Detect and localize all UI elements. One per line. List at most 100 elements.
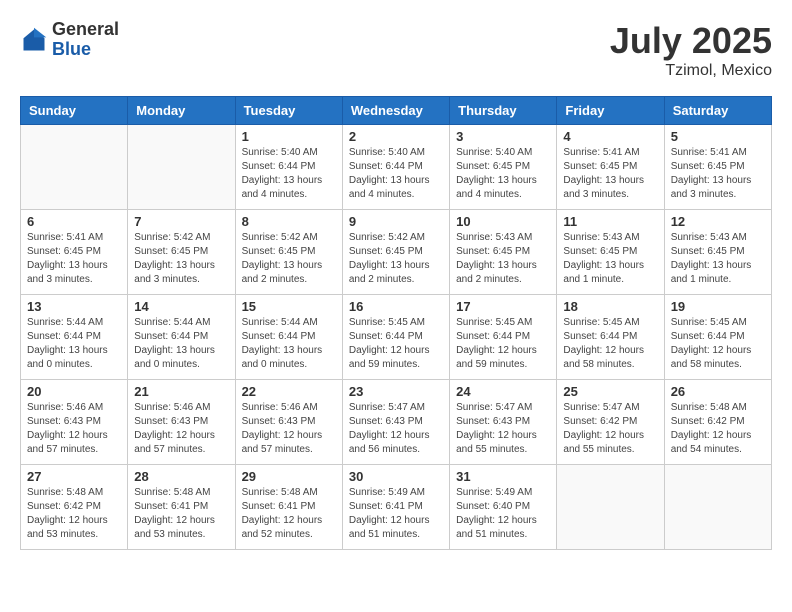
table-row: 13 Sunrise: 5:44 AM Sunset: 6:44 PM Dayli… xyxy=(21,295,128,380)
day-info: Sunrise: 5:42 AM Sunset: 6:45 PM Dayligh… xyxy=(349,231,443,287)
day-number: 21 xyxy=(134,384,228,399)
table-row: 6 Sunrise: 5:41 AM Sunset: 6:45 PM Daylig… xyxy=(21,210,128,295)
day-number: 15 xyxy=(242,299,336,314)
table-row: 18 Sunrise: 5:45 AM Sunset: 6:44 PM Dayli… xyxy=(557,295,664,380)
title-location: Tzimol, Mexico xyxy=(610,62,772,80)
table-row: 19Sunrise: 5:45 AM Sunset: 6:44 PM Dayli… xyxy=(664,295,771,380)
table-row: 28 Sunrise: 5:48 AM Sunset: 6:41 PM Dayli… xyxy=(128,465,235,550)
table-row: 1Sunrise: 5:40 AM Sunset: 6:44 PM Daylig… xyxy=(235,125,342,210)
logo-general: General xyxy=(52,20,119,40)
table-row xyxy=(21,125,128,210)
day-number: 20 xyxy=(27,384,121,399)
day-info: Sunrise: 5:43 AM Sunset: 6:45 PM Dayligh… xyxy=(671,231,765,287)
day-number: 7 xyxy=(134,214,228,229)
day-number: 8 xyxy=(242,214,336,229)
day-info: Sunrise: 5:45 AM Sunset: 6:44 PM Dayligh… xyxy=(349,316,443,372)
table-row: 29 Sunrise: 5:48 AM Sunset: 6:41 PM Dayli… xyxy=(235,465,342,550)
table-row: 10 Sunrise: 5:43 AM Sunset: 6:45 PM Dayli… xyxy=(450,210,557,295)
title-block: July 2025 Tzimol, Mexico xyxy=(610,20,772,80)
header-thursday: Thursday xyxy=(450,97,557,125)
day-info: Sunrise: 5:45 AM Sunset: 6:44 PM Dayligh… xyxy=(563,316,657,372)
day-number: 28 xyxy=(134,469,228,484)
table-row: 25Sunrise: 5:47 AM Sunset: 6:42 PM Dayli… xyxy=(557,380,664,465)
day-number: 23 xyxy=(349,384,443,399)
table-row: 23 Sunrise: 5:47 AM Sunset: 6:43 PM Dayli… xyxy=(342,380,449,465)
logo-text: General Blue xyxy=(52,20,119,60)
table-row: 21 Sunrise: 5:46 AM Sunset: 6:43 PM Dayli… xyxy=(128,380,235,465)
table-row: 7 Sunrise: 5:42 AM Sunset: 6:45 PM Daylig… xyxy=(128,210,235,295)
day-number: 10 xyxy=(456,214,550,229)
table-row: 11 Sunrise: 5:43 AM Sunset: 6:45 PM Dayli… xyxy=(557,210,664,295)
header-sunday: Sunday xyxy=(21,97,128,125)
table-row: 2Sunrise: 5:40 AM Sunset: 6:44 PM Daylig… xyxy=(342,125,449,210)
day-info: Sunrise: 5:47 AM Sunset: 6:43 PM Dayligh… xyxy=(349,401,443,457)
table-row: 30Sunrise: 5:49 AM Sunset: 6:41 PM Dayli… xyxy=(342,465,449,550)
day-info: Sunrise: 5:49 AM Sunset: 6:41 PM Dayligh… xyxy=(349,486,443,542)
day-info: Sunrise: 5:45 AM Sunset: 6:44 PM Dayligh… xyxy=(671,316,765,372)
table-row xyxy=(557,465,664,550)
day-number: 22 xyxy=(242,384,336,399)
day-number: 13 xyxy=(27,299,121,314)
week-row-4: 20 Sunrise: 5:46 AM Sunset: 6:43 PM Dayli… xyxy=(21,380,772,465)
table-row: 24Sunrise: 5:47 AM Sunset: 6:43 PM Dayli… xyxy=(450,380,557,465)
table-row: 14Sunrise: 5:44 AM Sunset: 6:44 PM Dayli… xyxy=(128,295,235,380)
table-row: 16Sunrise: 5:45 AM Sunset: 6:44 PM Dayli… xyxy=(342,295,449,380)
day-number: 11 xyxy=(563,214,657,229)
day-info: Sunrise: 5:48 AM Sunset: 6:42 PM Dayligh… xyxy=(671,401,765,457)
table-row: 8 Sunrise: 5:42 AM Sunset: 6:45 PM Daylig… xyxy=(235,210,342,295)
table-row xyxy=(128,125,235,210)
day-info: Sunrise: 5:48 AM Sunset: 6:41 PM Dayligh… xyxy=(134,486,228,542)
day-number: 6 xyxy=(27,214,121,229)
logo-blue: Blue xyxy=(52,40,119,60)
day-number: 5 xyxy=(671,129,765,144)
logo: General Blue xyxy=(20,20,119,60)
day-info: Sunrise: 5:42 AM Sunset: 6:45 PM Dayligh… xyxy=(134,231,228,287)
day-info: Sunrise: 5:42 AM Sunset: 6:45 PM Dayligh… xyxy=(242,231,336,287)
day-number: 14 xyxy=(134,299,228,314)
table-row: 31 Sunrise: 5:49 AM Sunset: 6:40 PM Dayli… xyxy=(450,465,557,550)
day-number: 29 xyxy=(242,469,336,484)
header-saturday: Saturday xyxy=(664,97,771,125)
day-info: Sunrise: 5:41 AM Sunset: 6:45 PM Dayligh… xyxy=(27,231,121,287)
week-row-2: 6 Sunrise: 5:41 AM Sunset: 6:45 PM Daylig… xyxy=(21,210,772,295)
day-info: Sunrise: 5:41 AM Sunset: 6:45 PM Dayligh… xyxy=(671,146,765,202)
day-info: Sunrise: 5:44 AM Sunset: 6:44 PM Dayligh… xyxy=(242,316,336,372)
header-wednesday: Wednesday xyxy=(342,97,449,125)
day-info: Sunrise: 5:46 AM Sunset: 6:43 PM Dayligh… xyxy=(27,401,121,457)
table-row: 26 Sunrise: 5:48 AM Sunset: 6:42 PM Dayli… xyxy=(664,380,771,465)
day-number: 25 xyxy=(563,384,657,399)
table-row: 20 Sunrise: 5:46 AM Sunset: 6:43 PM Dayli… xyxy=(21,380,128,465)
table-row: 5 Sunrise: 5:41 AM Sunset: 6:45 PM Daylig… xyxy=(664,125,771,210)
table-row xyxy=(664,465,771,550)
header-monday: Monday xyxy=(128,97,235,125)
table-row: 4Sunrise: 5:41 AM Sunset: 6:45 PM Daylig… xyxy=(557,125,664,210)
day-info: Sunrise: 5:46 AM Sunset: 6:43 PM Dayligh… xyxy=(134,401,228,457)
day-number: 9 xyxy=(349,214,443,229)
week-row-1: 1Sunrise: 5:40 AM Sunset: 6:44 PM Daylig… xyxy=(21,125,772,210)
table-row: 22 Sunrise: 5:46 AM Sunset: 6:43 PM Dayli… xyxy=(235,380,342,465)
day-number: 12 xyxy=(671,214,765,229)
day-info: Sunrise: 5:48 AM Sunset: 6:42 PM Dayligh… xyxy=(27,486,121,542)
day-number: 2 xyxy=(349,129,443,144)
day-number: 4 xyxy=(563,129,657,144)
header-friday: Friday xyxy=(557,97,664,125)
table-row: 3Sunrise: 5:40 AM Sunset: 6:45 PM Daylig… xyxy=(450,125,557,210)
table-row: 15 Sunrise: 5:44 AM Sunset: 6:44 PM Dayli… xyxy=(235,295,342,380)
day-info: Sunrise: 5:43 AM Sunset: 6:45 PM Dayligh… xyxy=(563,231,657,287)
page-header: General Blue July 2025 Tzimol, Mexico xyxy=(20,20,772,80)
calendar-header-row: Sunday Monday Tuesday Wednesday Thursday… xyxy=(21,97,772,125)
day-info: Sunrise: 5:40 AM Sunset: 6:44 PM Dayligh… xyxy=(242,146,336,202)
table-row: 12 Sunrise: 5:43 AM Sunset: 6:45 PM Dayli… xyxy=(664,210,771,295)
day-info: Sunrise: 5:44 AM Sunset: 6:44 PM Dayligh… xyxy=(27,316,121,372)
day-number: 31 xyxy=(456,469,550,484)
logo-icon xyxy=(20,26,48,54)
day-number: 18 xyxy=(563,299,657,314)
day-info: Sunrise: 5:46 AM Sunset: 6:43 PM Dayligh… xyxy=(242,401,336,457)
day-info: Sunrise: 5:45 AM Sunset: 6:44 PM Dayligh… xyxy=(456,316,550,372)
day-number: 26 xyxy=(671,384,765,399)
day-info: Sunrise: 5:43 AM Sunset: 6:45 PM Dayligh… xyxy=(456,231,550,287)
day-number: 27 xyxy=(27,469,121,484)
day-info: Sunrise: 5:49 AM Sunset: 6:40 PM Dayligh… xyxy=(456,486,550,542)
day-info: Sunrise: 5:48 AM Sunset: 6:41 PM Dayligh… xyxy=(242,486,336,542)
table-row: 9 Sunrise: 5:42 AM Sunset: 6:45 PM Daylig… xyxy=(342,210,449,295)
